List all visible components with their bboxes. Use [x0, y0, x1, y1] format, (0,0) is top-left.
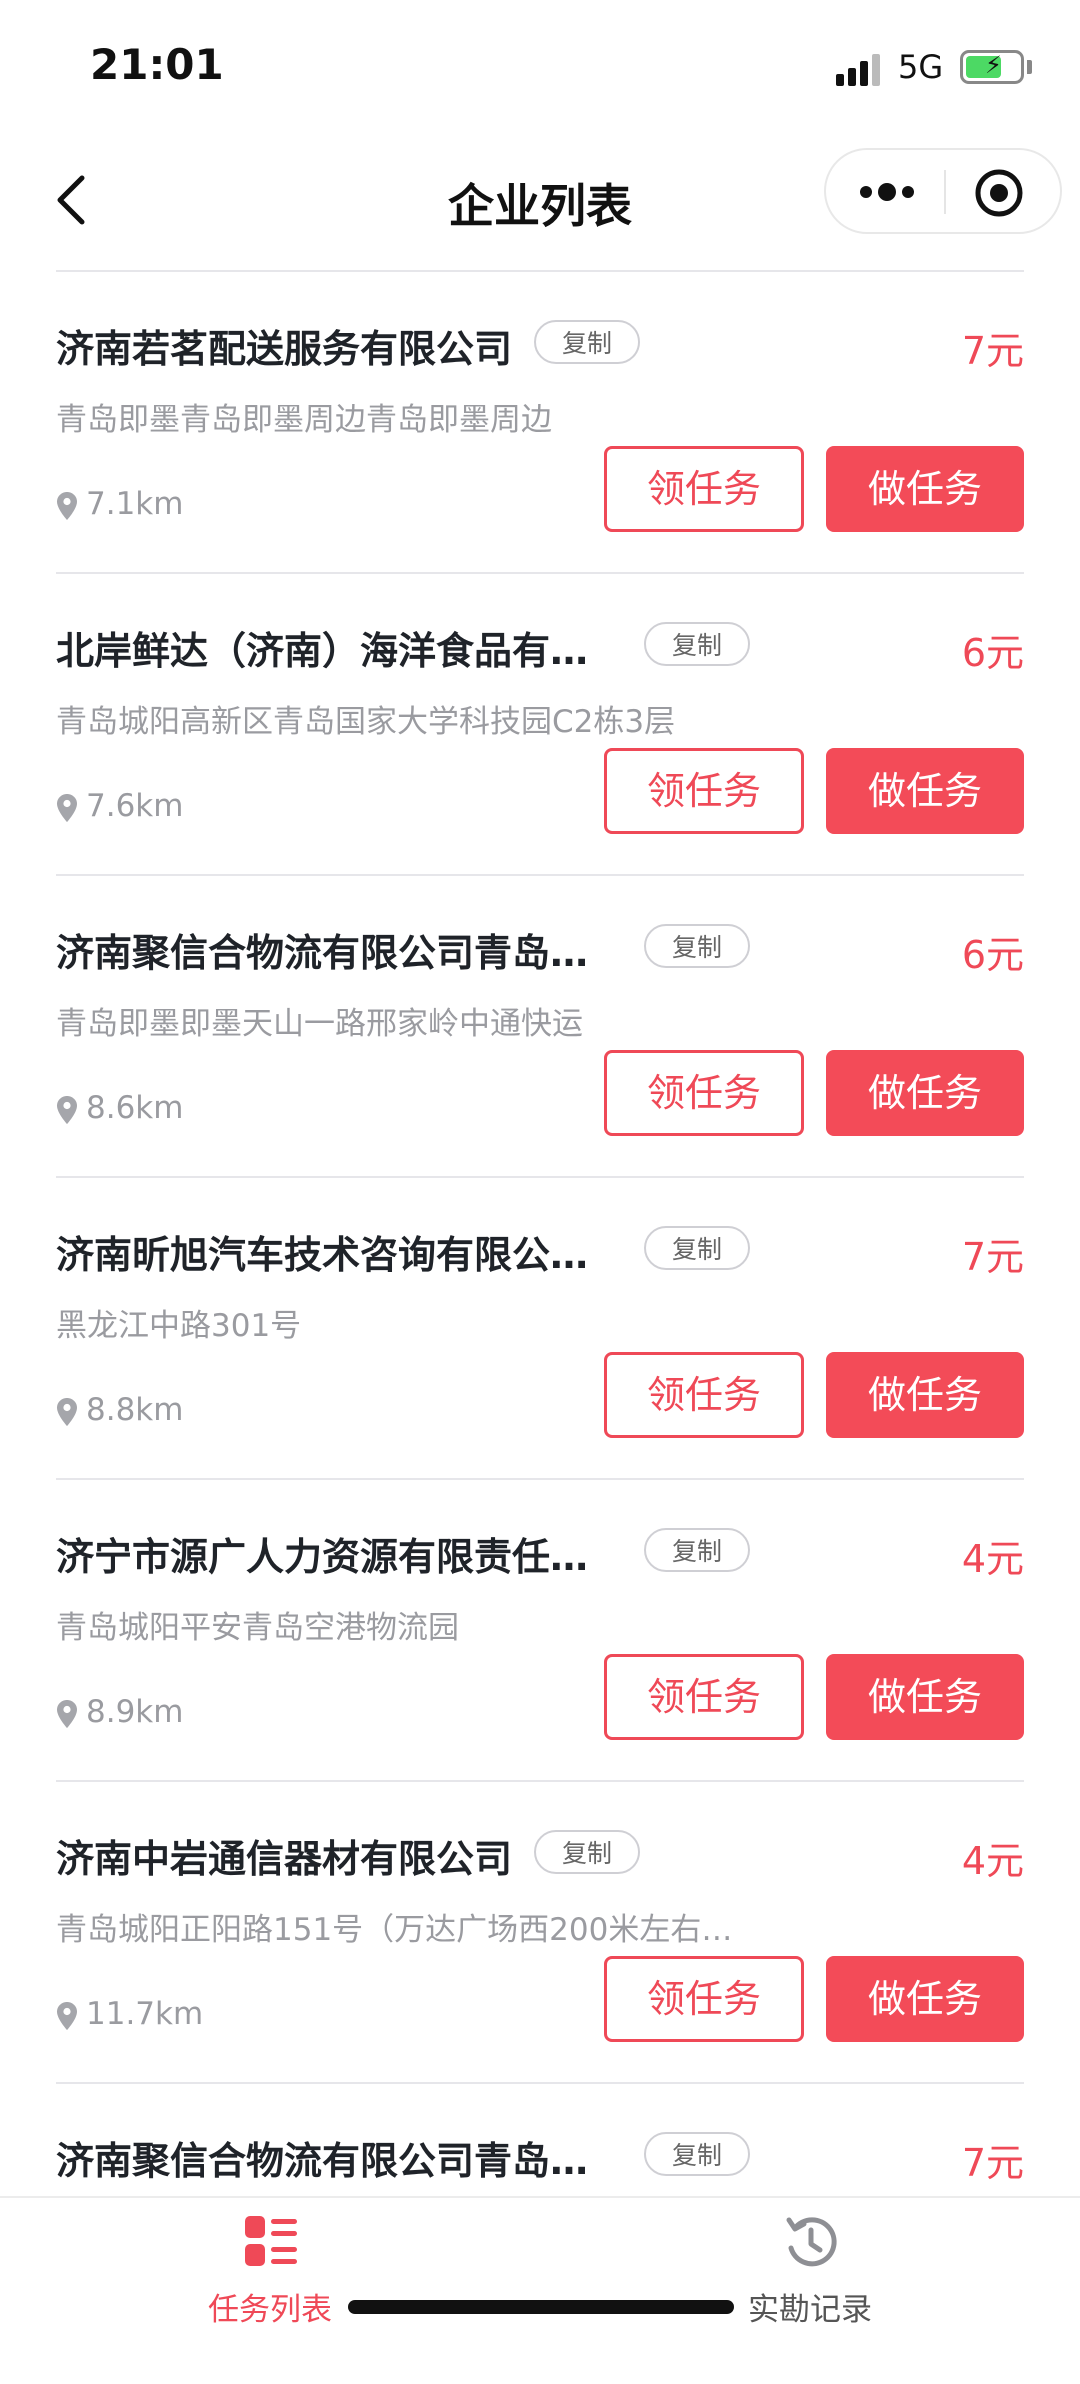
distance: 7.6km — [56, 788, 183, 824]
price: 7元 — [961, 329, 1024, 373]
do-task-button[interactable]: 做任务 — [826, 1956, 1024, 2042]
company-name: 济南聚信合物流有限公司青岛… — [56, 2139, 589, 2183]
price: 6元 — [961, 933, 1024, 977]
take-task-button[interactable]: 领任务 — [604, 446, 804, 532]
location-pin-icon — [57, 2001, 77, 2030]
battery-cap — [1027, 60, 1032, 74]
distance: 8.8km — [56, 1392, 183, 1428]
history-clock-icon — [786, 2217, 837, 2267]
company-list: 济南若茗配送服务有限公司 复制 7元 青岛即墨青岛即墨周边青岛即墨周边 7.1k… — [56, 272, 1024, 2384]
company-item: 北岸鲜达（济南）海洋食品有… 复制 6元 青岛城阳高新区青岛国家大学科技园C2栋… — [56, 574, 1024, 876]
price: 6元 — [961, 631, 1024, 675]
price: 7元 — [961, 1235, 1024, 1279]
company-address: 黑龙江中路301号 — [56, 1308, 302, 1344]
distance: 8.6km — [56, 1090, 183, 1126]
signal-icon — [836, 52, 886, 86]
tab-task-list[interactable]: 任务列表 — [120, 2198, 420, 2340]
copy-button[interactable]: 复制 — [644, 924, 751, 968]
company-item: 济南若茗配送服务有限公司 复制 7元 青岛即墨青岛即墨周边青岛即墨周边 7.1k… — [56, 272, 1024, 574]
copy-button[interactable]: 复制 — [644, 1528, 751, 1572]
more-icon[interactable] — [852, 172, 922, 212]
copy-button[interactable]: 复制 — [644, 1226, 751, 1270]
distance-value: 8.6km — [86, 1090, 184, 1126]
nav-bar: 企业列表 — [0, 134, 1080, 270]
take-task-button[interactable]: 领任务 — [604, 748, 804, 834]
company-name: 北岸鲜达（济南）海洋食品有… — [56, 629, 589, 673]
close-target-icon[interactable] — [974, 168, 1024, 218]
distance-value: 11.7km — [86, 1996, 204, 2032]
company-name: 济南昕旭汽车技术咨询有限公… — [56, 1233, 589, 1277]
company-address: 青岛城阳正阳路151号（万达广场西200米左右… — [56, 1912, 733, 1948]
distance-value: 7.1km — [86, 486, 184, 522]
location-pin-icon — [57, 1699, 77, 1728]
capsule-divider — [944, 170, 946, 214]
company-name: 济宁市源广人力资源有限责任… — [56, 1535, 589, 1579]
copy-button[interactable]: 复制 — [534, 320, 641, 364]
company-name: 济南聚信合物流有限公司青岛… — [56, 931, 589, 975]
tab-survey-records[interactable]: 实勘记录 — [660, 2198, 960, 2340]
status-bar: 21:01 5G ⚡ — [0, 0, 1080, 134]
company-address: 青岛即墨即墨天山一路邢家岭中通快运 — [56, 1006, 583, 1042]
company-address: 青岛城阳高新区青岛国家大学科技园C2栋3层 — [56, 704, 676, 740]
distance: 8.9km — [56, 1694, 183, 1730]
location-pin-icon — [57, 1397, 77, 1426]
copy-button[interactable]: 复制 — [644, 622, 751, 666]
company-item: 济南聚信合物流有限公司青岛… 复制 6元 青岛即墨即墨天山一路邢家岭中通快运 8… — [56, 876, 1024, 1178]
do-task-button[interactable]: 做任务 — [826, 1352, 1024, 1438]
company-address: 青岛城阳平安青岛空港物流园 — [56, 1610, 459, 1646]
company-name: 济南中岩通信器材有限公司 — [56, 1837, 513, 1881]
price: 7元 — [961, 2141, 1024, 2185]
distance-value: 8.9km — [86, 1694, 184, 1730]
company-item: 济宁市源广人力资源有限责任… 复制 4元 青岛城阳平安青岛空港物流园 8.9km… — [56, 1480, 1024, 1782]
distance-value: 8.8km — [86, 1392, 184, 1428]
company-address: 青岛即墨青岛即墨周边青岛即墨周边 — [56, 402, 552, 438]
take-task-button[interactable]: 领任务 — [604, 1654, 804, 1740]
copy-button[interactable]: 复制 — [644, 2132, 751, 2176]
home-indicator — [348, 2300, 734, 2314]
distance-value: 7.6km — [86, 788, 184, 824]
location-pin-icon — [57, 1095, 77, 1124]
take-task-button[interactable]: 领任务 — [604, 1956, 804, 2042]
take-task-button[interactable]: 领任务 — [604, 1050, 804, 1136]
location-pin-icon — [57, 491, 77, 520]
mini-program-capsule — [824, 148, 1062, 234]
battery-icon: ⚡ — [960, 50, 1024, 84]
distance: 11.7km — [56, 1996, 203, 2032]
location-pin-icon — [57, 793, 77, 822]
take-task-button[interactable]: 领任务 — [604, 1352, 804, 1438]
distance: 7.1km — [56, 486, 183, 522]
do-task-button[interactable]: 做任务 — [826, 748, 1024, 834]
status-time: 21:01 — [90, 40, 224, 89]
copy-button[interactable]: 复制 — [534, 1830, 641, 1874]
do-task-button[interactable]: 做任务 — [826, 1654, 1024, 1740]
company-name: 济南若茗配送服务有限公司 — [56, 327, 513, 371]
do-task-button[interactable]: 做任务 — [826, 1050, 1024, 1136]
tab-bar: 任务列表 实勘记录 — [0, 2196, 1080, 2340]
do-task-button[interactable]: 做任务 — [826, 446, 1024, 532]
price: 4元 — [961, 1839, 1024, 1883]
price: 4元 — [961, 1537, 1024, 1581]
company-item: 济南中岩通信器材有限公司 复制 4元 青岛城阳正阳路151号（万达广场西200米… — [56, 1782, 1024, 2084]
company-item: 济南昕旭汽车技术咨询有限公… 复制 7元 黑龙江中路301号 8.8km 领任务… — [56, 1178, 1024, 1480]
network-type: 5G — [898, 48, 944, 86]
task-list-icon — [245, 2216, 297, 2266]
